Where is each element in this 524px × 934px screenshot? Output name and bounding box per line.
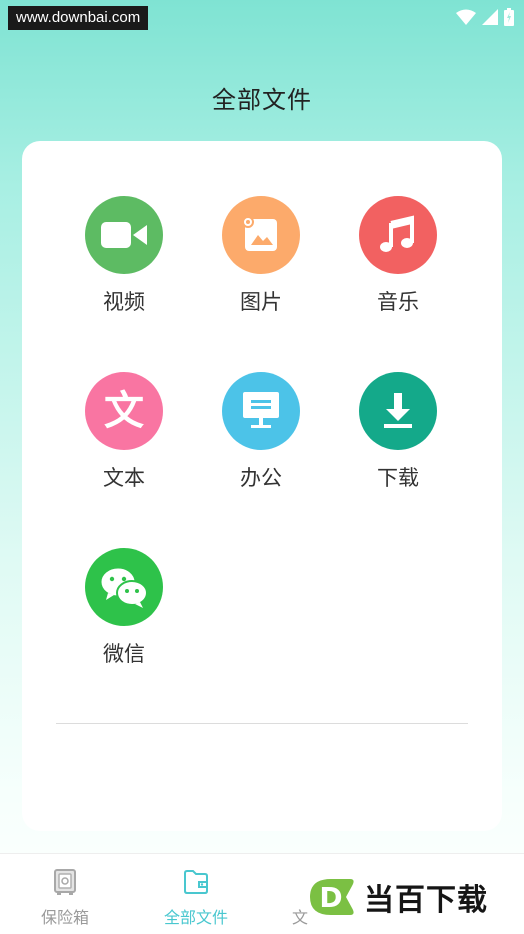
category-label: 文本 bbox=[103, 466, 145, 490]
safe-icon bbox=[54, 869, 76, 895]
monitor-icon bbox=[243, 392, 279, 428]
download-icon bbox=[384, 393, 412, 428]
watermark: www.downbai.com bbox=[8, 6, 149, 30]
brand-watermark: D 当百下载 bbox=[306, 874, 488, 920]
wifi-icon bbox=[456, 9, 476, 25]
tab-label: 全部文件 bbox=[163, 908, 228, 927]
page-title: 全部文件 bbox=[212, 86, 312, 114]
category-video-circle bbox=[85, 196, 163, 274]
video-camera-icon bbox=[101, 222, 147, 248]
category-card: 视频 图片 音乐 文 文本 办公 下载 微信 bbox=[22, 141, 502, 831]
image-icon bbox=[242, 216, 277, 251]
folder-icon bbox=[184, 870, 208, 894]
brand-logo-letter: D bbox=[319, 881, 342, 914]
category-label: 视频 bbox=[103, 290, 145, 314]
category-label: 图片 bbox=[240, 290, 282, 314]
brand-name: 当百下载 bbox=[364, 883, 488, 918]
category-label: 微信 bbox=[103, 642, 145, 666]
status-bar: www.downbai.com bbox=[0, 0, 524, 34]
battery-icon bbox=[504, 8, 514, 26]
wechat-icon bbox=[100, 567, 148, 608]
brand-logo-icon: D bbox=[310, 879, 354, 915]
tab-safe[interactable]: 保险箱 bbox=[5, 854, 125, 934]
music-note-icon bbox=[380, 215, 414, 252]
category-text-circle: 文 bbox=[85, 372, 163, 450]
category-wechat-circle bbox=[85, 548, 163, 626]
category-download-circle bbox=[359, 372, 437, 450]
status-icons bbox=[456, 8, 514, 26]
category-music[interactable]: 音乐 bbox=[338, 196, 458, 316]
category-image[interactable]: 图片 bbox=[201, 196, 321, 316]
signal-icon bbox=[482, 9, 498, 25]
category-office[interactable]: 办公 bbox=[201, 372, 321, 492]
divider bbox=[56, 723, 468, 724]
category-music-circle bbox=[359, 196, 437, 274]
category-label: 下载 bbox=[377, 466, 419, 490]
category-office-circle bbox=[222, 372, 300, 450]
tab-all-files[interactable]: 全部文件 bbox=[136, 854, 256, 934]
category-label: 音乐 bbox=[377, 290, 419, 314]
tab-label: 保险箱 bbox=[40, 908, 89, 927]
category-text[interactable]: 文 文本 bbox=[64, 372, 184, 492]
text-document-icon: 文 bbox=[104, 388, 144, 434]
category-image-circle bbox=[222, 196, 300, 274]
category-wechat[interactable]: 微信 bbox=[64, 548, 184, 668]
category-video[interactable]: 视频 bbox=[64, 196, 184, 316]
category-label: 办公 bbox=[240, 466, 282, 490]
category-download[interactable]: 下载 bbox=[338, 372, 458, 492]
